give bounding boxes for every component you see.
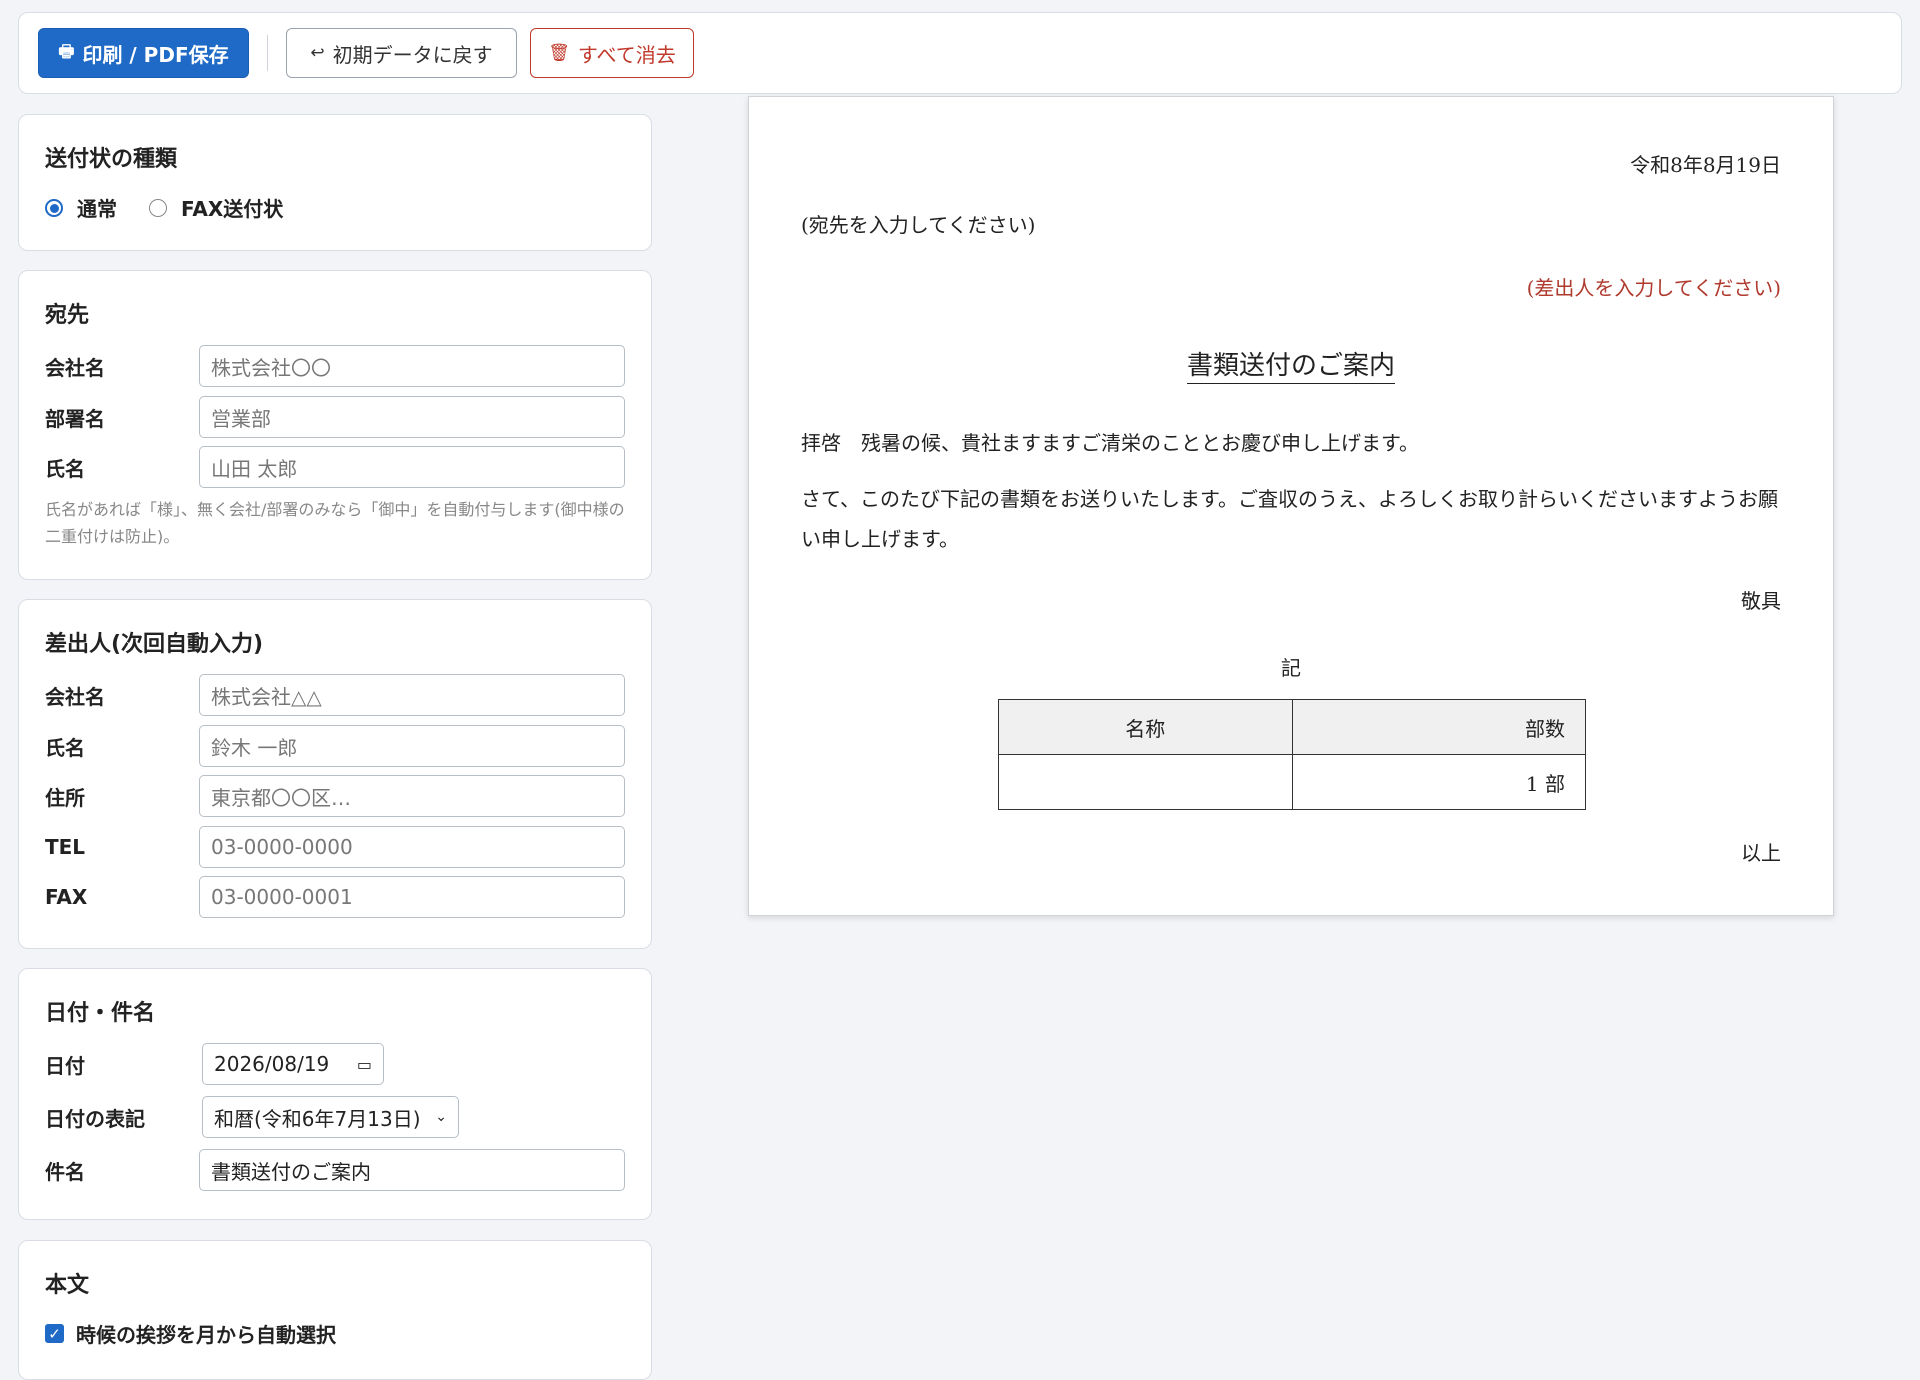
preview-recipient: (宛先を入力してください) <box>801 213 1036 237</box>
date-format-label: 日付の表記 <box>45 1106 145 1131</box>
subject-input[interactable]: 書類送付のご案内 <box>199 1149 625 1191</box>
preview-sender: (差出人を入力してください) <box>1526 276 1781 300</box>
sender-panel: 差出人(次回自動入力) 会社名 株式会社△△ 氏名 鈴木 一郎 住所 東京都〇〇… <box>18 599 652 949</box>
preview-greeting: 拝啓 残暑の候、貴社ますますご清栄のこととお慶び申し上げます。 <box>801 431 1419 455</box>
table-header-row: 名称 部数 <box>998 699 1586 755</box>
preview-body: さて、このたび下記の書類をお送りいたします。ご査収のうえ、よろしくお取り計らいく… <box>801 487 1778 551</box>
table-header-count: 部数 <box>1291 699 1586 755</box>
recipient-panel: 宛先 会社名 株式会社〇〇 部署名 営業部 氏名 山田 太郎 氏名があれば「様」… <box>18 270 652 580</box>
sender-address-input[interactable]: 東京都〇〇区… <box>199 775 625 817</box>
type-panel: 送付状の種類 通常 FAX送付状 <box>18 114 652 251</box>
auto-season-label: 時候の挨拶を月から自動選択 <box>76 1323 336 1347</box>
date-format-row: 日付の表記 和暦(令和6年7月13日) ⌄ <box>45 1096 625 1138</box>
toolbar-divider <box>267 35 268 71</box>
recipient-panel-title: 宛先 <box>45 303 90 328</box>
type-panel-title: 送付状の種類 <box>45 147 178 172</box>
date-subject-panel: 日付・件名 日付 2026/08/19 ▭ 日付の表記 和暦(令和6年7月13日… <box>18 968 652 1220</box>
recipient-name-input[interactable]: 山田 太郎 <box>199 446 625 488</box>
sender-address-row: 住所 東京都〇〇区… <box>45 775 625 817</box>
table-row: 1 部 <box>998 754 1586 810</box>
date-subject-panel-title: 日付・件名 <box>45 1001 156 1026</box>
table-cell-count: 1 部 <box>1291 754 1586 810</box>
clear-button-label: すべて消去 <box>577 42 676 67</box>
table-cell-name <box>998 754 1293 810</box>
sender-tel-label: TEL <box>45 835 86 859</box>
sender-company-input[interactable]: 株式会社△△ <box>199 674 625 716</box>
recipient-company-label: 会社名 <box>45 355 105 380</box>
body-panel: 本文 ✓ 時候の挨拶を月から自動選択 <box>18 1240 652 1380</box>
recipient-hint: 氏名があれば「様」、無く会社/部署のみなら「御中」を自動付与します(御中様の二重… <box>45 500 625 546</box>
radio-normal-label: 通常 <box>77 197 117 221</box>
body-panel-title: 本文 <box>45 1273 90 1298</box>
sender-panel-title: 差出人(次回自動入力) <box>45 632 264 657</box>
preview-closing: 敬具 <box>1741 589 1781 613</box>
date-input[interactable]: 2026/08/19 ▭ <box>202 1043 384 1085</box>
sender-address-label: 住所 <box>45 785 85 810</box>
sender-name-input[interactable]: 鈴木 一郎 <box>199 725 625 767</box>
table-header-name: 名称 <box>998 699 1293 755</box>
recipient-company-input[interactable]: 株式会社〇〇 <box>199 345 625 387</box>
preview-title: 書類送付のご案内 <box>1186 351 1395 384</box>
date-format-select[interactable]: 和暦(令和6年7月13日) ⌄ <box>202 1096 459 1138</box>
sender-fax-row: FAX 03-0000-0001 <box>45 876 625 918</box>
radio-fax-label: FAX送付状 <box>181 197 284 221</box>
reset-button[interactable]: ↩ 初期データに戻す <box>286 28 517 78</box>
return-arrow-icon: ↩ <box>310 43 325 63</box>
recipient-company-row: 会社名 株式会社〇〇 <box>45 345 625 387</box>
subject-label: 件名 <box>45 1159 85 1184</box>
sender-company-label: 会社名 <box>45 684 105 709</box>
radio-normal[interactable] <box>45 198 63 217</box>
date-row: 日付 2026/08/19 ▭ <box>45 1043 625 1085</box>
auto-season-checkbox[interactable]: ✓ <box>45 1324 64 1343</box>
auto-season-row: ✓ 時候の挨拶を月から自動選択 <box>45 1319 336 1348</box>
trash-icon: 🗑 <box>548 43 570 63</box>
preview-table: 名称 部数 1 部 <box>998 699 1586 810</box>
recipient-name-row: 氏名 山田 太郎 <box>45 446 625 488</box>
print-button-label: 印刷 / PDF保存 <box>82 42 229 67</box>
sender-name-row: 氏名 鈴木 一郎 <box>45 725 625 767</box>
recipient-dept-label: 部署名 <box>45 406 105 431</box>
sender-fax-label: FAX <box>45 885 88 909</box>
sender-name-label: 氏名 <box>45 735 85 760</box>
preview-ki: 記 <box>1281 656 1301 680</box>
sender-tel-input[interactable]: 03-0000-0000 <box>199 826 625 868</box>
date-format-value: 和暦(令和6年7月13日) <box>214 1106 421 1131</box>
preview-document: 令和8年8月19日 (宛先を入力してください) (差出人を入力してください) 書… <box>748 96 1834 916</box>
sender-company-row: 会社名 株式会社△△ <box>45 674 625 716</box>
date-input-value: 2026/08/19 <box>214 1052 330 1076</box>
recipient-dept-row: 部署名 営業部 <box>45 396 625 438</box>
recipient-name-label: 氏名 <box>45 456 85 481</box>
reset-button-label: 初期データに戻す <box>332 42 493 67</box>
preview-title-wrap: 書類送付のご案内 <box>749 345 1833 384</box>
preview-date: 令和8年8月19日 <box>1630 153 1781 177</box>
recipient-dept-input[interactable]: 営業部 <box>199 396 625 438</box>
subject-row: 件名 書類送付のご案内 <box>45 1149 625 1191</box>
preview-end: 以上 <box>1741 841 1781 865</box>
calendar-icon[interactable]: ▭ <box>357 1055 372 1074</box>
date-label: 日付 <box>45 1053 85 1078</box>
chevron-down-icon: ⌄ <box>435 1109 447 1125</box>
toolbar: 🖶 印刷 / PDF保存 ↩ 初期データに戻す 🗑 すべて消去 <box>18 12 1902 94</box>
sender-tel-row: TEL 03-0000-0000 <box>45 826 625 868</box>
clear-button[interactable]: 🗑 すべて消去 <box>530 28 694 78</box>
printer-icon: 🖶 <box>58 41 75 62</box>
print-button[interactable]: 🖶 印刷 / PDF保存 <box>38 28 249 78</box>
radio-fax[interactable] <box>149 198 167 217</box>
type-radio-group: 通常 FAX送付状 <box>45 193 283 222</box>
sender-fax-input[interactable]: 03-0000-0001 <box>199 876 625 918</box>
